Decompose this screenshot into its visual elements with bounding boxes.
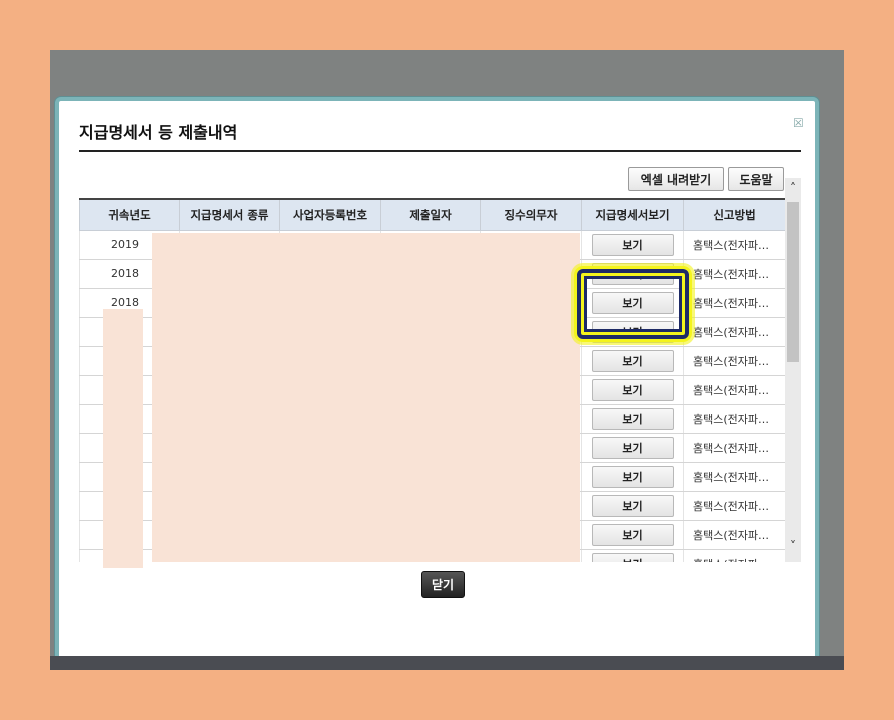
close-button[interactable]: 닫기 [421, 571, 465, 598]
report-method-cell: 홈택스(전자파… [683, 549, 785, 562]
title-divider [79, 150, 801, 152]
report-method-cell: 홈택스(전자파… [683, 230, 785, 260]
redaction-block [103, 309, 143, 568]
scrollbar-thumb[interactable] [787, 202, 799, 362]
report-method-cell: 홈택스(전자파… [683, 433, 785, 463]
report-method-cell: 홈택스(전자파… [683, 346, 785, 376]
report-method-cell: 홈택스(전자파… [683, 375, 785, 405]
chevron-up-icon[interactable]: ˄ [785, 180, 801, 196]
view-statement-cell: 보기 [581, 346, 684, 376]
help-button[interactable]: 도움말 [728, 167, 784, 191]
close-icon[interactable]: ☒ [793, 117, 805, 129]
view-statement-button[interactable]: 보기 [591, 233, 674, 256]
view-statement-button[interactable]: 보기 [591, 436, 674, 459]
submission-history-dialog: 지급명세서 등 제출내역 ☒ 엑셀 내려받기 도움말 귀속년도 지급명세서 종류… [55, 97, 819, 667]
view-statement-cell: 보기 [581, 491, 684, 521]
excel-download-button[interactable]: 엑셀 내려받기 [628, 167, 724, 191]
report-method-cell: 홈택스(전자파… [683, 288, 785, 318]
redaction-block [152, 233, 580, 562]
view-statement-button[interactable]: 보기 [591, 523, 674, 546]
view-statement-button[interactable]: 보기 [591, 378, 674, 401]
view-statement-cell: 보기 [581, 230, 684, 260]
header-year[interactable]: 귀속년도 [79, 198, 180, 231]
table-header-row: 귀속년도 지급명세서 종류 사업자등록번호 제출일자 징수의무자 지급명세서보기… [79, 198, 785, 231]
view-statement-button[interactable]: 보기 [591, 407, 674, 430]
header-withholding-agent[interactable]: 징수의무자 [480, 198, 582, 231]
dialog-title: 지급명세서 등 제출내역 [79, 123, 238, 142]
view-statement-cell: 보기 [581, 520, 684, 550]
header-view-statement[interactable]: 지급명세서보기 [581, 198, 684, 231]
view-statement-button[interactable]: 보기 [591, 494, 674, 517]
outer-frame: 지급명세서 등 제출내역 ☒ 엑셀 내려받기 도움말 귀속년도 지급명세서 종류… [0, 0, 894, 720]
report-method-cell: 홈택스(전자파… [683, 462, 785, 492]
view-statement-button[interactable]: 보기 [591, 552, 674, 562]
report-method-cell: 홈택스(전자파… [683, 317, 785, 347]
report-method-cell: 홈택스(전자파… [683, 520, 785, 550]
vertical-scrollbar[interactable]: ˄ ˅ [785, 178, 801, 562]
view-statement-cell: 보기 [581, 549, 684, 562]
screen-bottom-bar [50, 656, 844, 670]
view-statement-cell: 보기 [581, 433, 684, 463]
report-method-cell: 홈택스(전자파… [683, 259, 785, 289]
report-method-cell: 홈택스(전자파… [683, 404, 785, 434]
header-report-method[interactable]: 신고방법 [683, 198, 785, 231]
screen-backdrop: 지급명세서 등 제출내역 ☒ 엑셀 내려받기 도움말 귀속년도 지급명세서 종류… [50, 50, 844, 670]
view-button-highlight [577, 269, 689, 339]
report-method-cell: 홈택스(전자파… [683, 491, 785, 521]
chevron-down-icon[interactable]: ˅ [785, 538, 801, 554]
view-statement-button[interactable]: 보기 [591, 465, 674, 488]
header-submit-date[interactable]: 제출일자 [380, 198, 481, 231]
view-statement-cell: 보기 [581, 404, 684, 434]
view-statement-button[interactable]: 보기 [591, 349, 674, 372]
view-statement-cell: 보기 [581, 462, 684, 492]
header-statement-type[interactable]: 지급명세서 종류 [179, 198, 280, 231]
view-statement-cell: 보기 [581, 375, 684, 405]
header-business-number[interactable]: 사업자등록번호 [279, 198, 381, 231]
